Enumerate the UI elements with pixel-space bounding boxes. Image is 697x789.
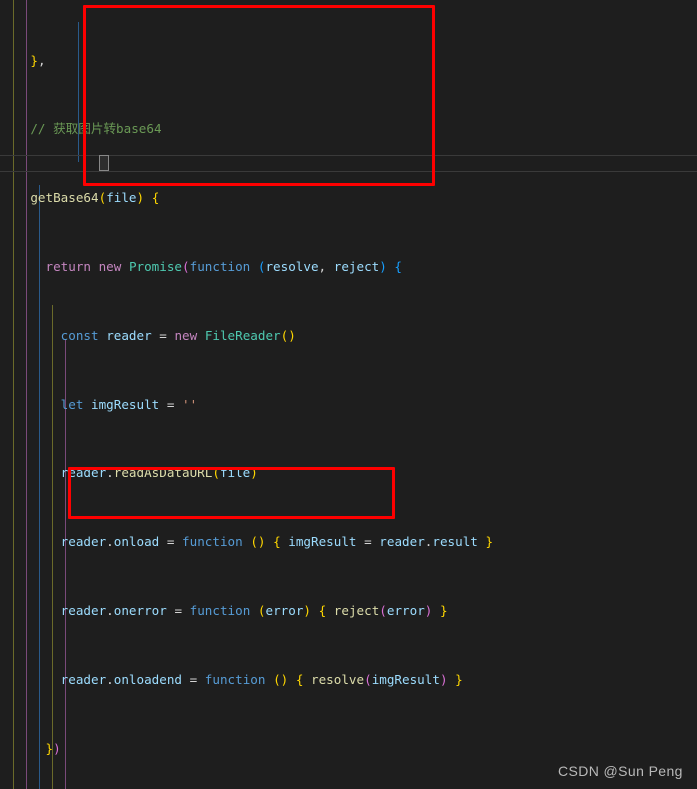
code-line: const reader = new FileReader() [60,327,296,343]
code-line: reader.onload = function () { imgResult … [60,534,494,550]
code-line: reader.readAsDataURL(file) [60,465,258,481]
code-line: }, [30,52,46,68]
code-editor-screenshot: }, // 获取图片转base64 getBase64(file) { retu… [0,0,697,789]
watermark-label: CSDN @Sun Peng [558,763,683,779]
code-line: reader.onerror = function (error) { reje… [60,602,448,618]
code-line: return new Promise(function (resolve, re… [45,259,403,274]
code-content[interactable]: }, // 获取图片转base64 getBase64(file) { retu… [0,0,697,789]
code-line: getBase64(file) { [30,190,160,206]
code-line: let imgResult = '' [60,396,198,412]
code-line: // 获取图片转base64 [30,121,162,137]
code-line: reader.onloadend = function () { resolve… [60,671,463,687]
code-line-current: }) [45,740,61,756]
